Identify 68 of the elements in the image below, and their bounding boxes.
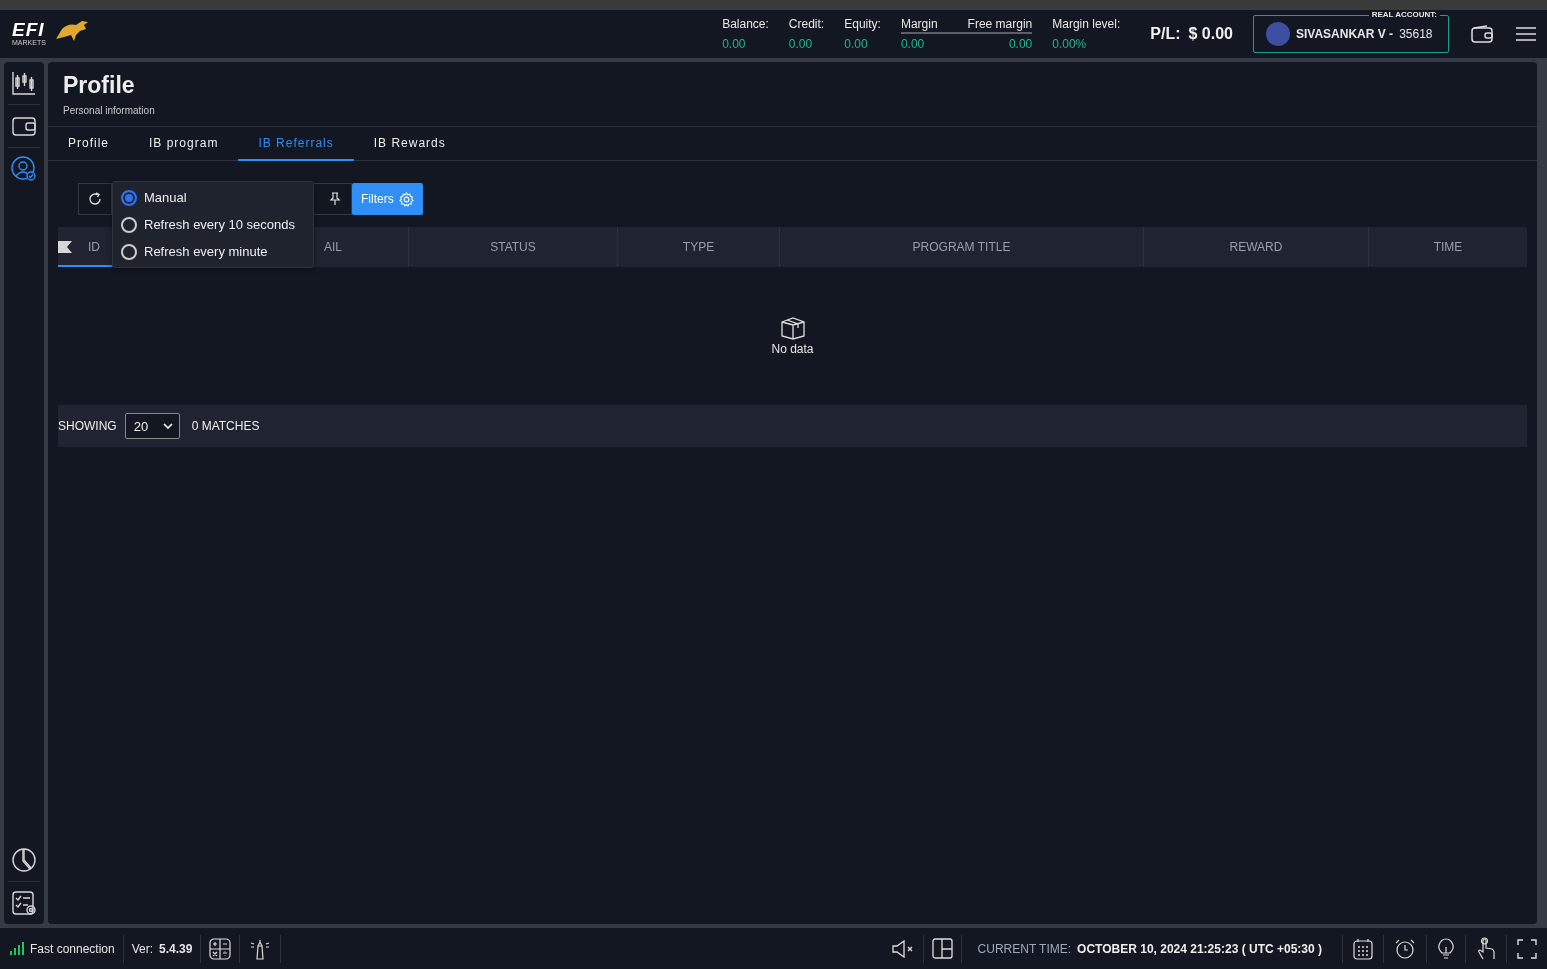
stat-value: 0.00 (788, 37, 814, 51)
alarm-clock-icon[interactable] (1394, 937, 1416, 960)
calendar-icon[interactable] (1353, 937, 1373, 960)
page-size-select[interactable]: 20 (124, 413, 180, 439)
tab[interactable]: IB Referrals (238, 127, 354, 161)
empty-box-icon (779, 316, 806, 340)
account-name: SIVASANKAR V - (1296, 27, 1394, 41)
match-count: 0 MATCHES (191, 419, 260, 433)
radio-button[interactable] (121, 189, 137, 206)
calculator-icon[interactable] (209, 937, 232, 960)
layout-icon[interactable] (931, 938, 953, 959)
pin-icon (329, 192, 341, 206)
stat-label: Equity: (844, 17, 881, 31)
column-header: REWARD (1229, 240, 1283, 254)
wallet-icon[interactable] (1471, 25, 1493, 43)
pl-value: $ 0.00 (1188, 25, 1233, 43)
column-header: STATUS (490, 240, 536, 254)
flag-icon (58, 241, 72, 253)
radio-button[interactable] (121, 243, 137, 260)
column-header: TYPE (682, 240, 715, 254)
time-label: CURRENT TIME: (977, 941, 1072, 956)
refresh-option[interactable]: Manual (113, 184, 313, 211)
stat-label: Free margin (967, 17, 1033, 31)
stat-value: 0.00% (1052, 37, 1088, 51)
signal-icon (10, 942, 24, 955)
lightbulb-icon[interactable] (1437, 937, 1455, 960)
current-time: OCTOBER 10, 2024 21:25:23 ( UTC +05:30 ) (1077, 941, 1322, 956)
page-title: Profile (63, 72, 136, 99)
refresh-option[interactable]: Refresh every 10 seconds (113, 211, 313, 238)
account-type-label: REAL ACCOUNT: (1368, 10, 1440, 19)
hand-pointer-icon[interactable] (1476, 936, 1496, 961)
connection-status: Fast connection (30, 941, 115, 956)
stat-label: Balance: (722, 17, 769, 31)
refresh-button[interactable] (78, 183, 112, 215)
menu-icon[interactable] (1515, 26, 1537, 42)
radio-button[interactable] (121, 216, 137, 233)
checklist-icon[interactable] (11, 890, 37, 916)
stat-label: Margin (900, 17, 938, 31)
muted-speaker-icon[interactable] (890, 939, 915, 958)
pie-chart-icon[interactable] (11, 847, 37, 873)
tab[interactable]: Profile (48, 127, 129, 161)
showing-label: SHOWING (58, 419, 117, 433)
refresh-option[interactable]: Refresh every minute (113, 238, 313, 265)
page-subtitle: Personal information (63, 105, 156, 116)
stat-value: 0.00 (900, 37, 925, 51)
column-header: TIME (1433, 240, 1463, 254)
refresh-icon (88, 192, 102, 206)
column-header: PROGRAM TITLE (912, 240, 1011, 254)
candlestick-chart-icon[interactable] (11, 70, 37, 96)
stat-value: 0.00 (844, 37, 869, 51)
user-icon[interactable] (11, 156, 37, 182)
tab[interactable]: IB Rewards (353, 127, 466, 161)
account-number: 35618 (1399, 27, 1433, 41)
empty-message: No data (771, 342, 814, 356)
settings-icon (398, 191, 414, 207)
stat-label: Credit: (788, 17, 825, 31)
stat-label: Margin level: (1052, 17, 1121, 31)
fullscreen-icon[interactable] (1517, 938, 1537, 959)
stat-value: 0.00 (1008, 37, 1033, 51)
chevron-down-icon (162, 423, 173, 429)
version-number: 5.4.39 (159, 941, 193, 956)
tab[interactable]: IB program (129, 127, 239, 161)
column-header: ID (88, 240, 100, 254)
version-label: Ver: (131, 941, 154, 956)
pl-label: P/L: (1150, 25, 1181, 43)
stat-value: 0.00 (722, 37, 747, 51)
avatar-icon (1266, 22, 1290, 46)
column-header: AIL (324, 240, 342, 254)
